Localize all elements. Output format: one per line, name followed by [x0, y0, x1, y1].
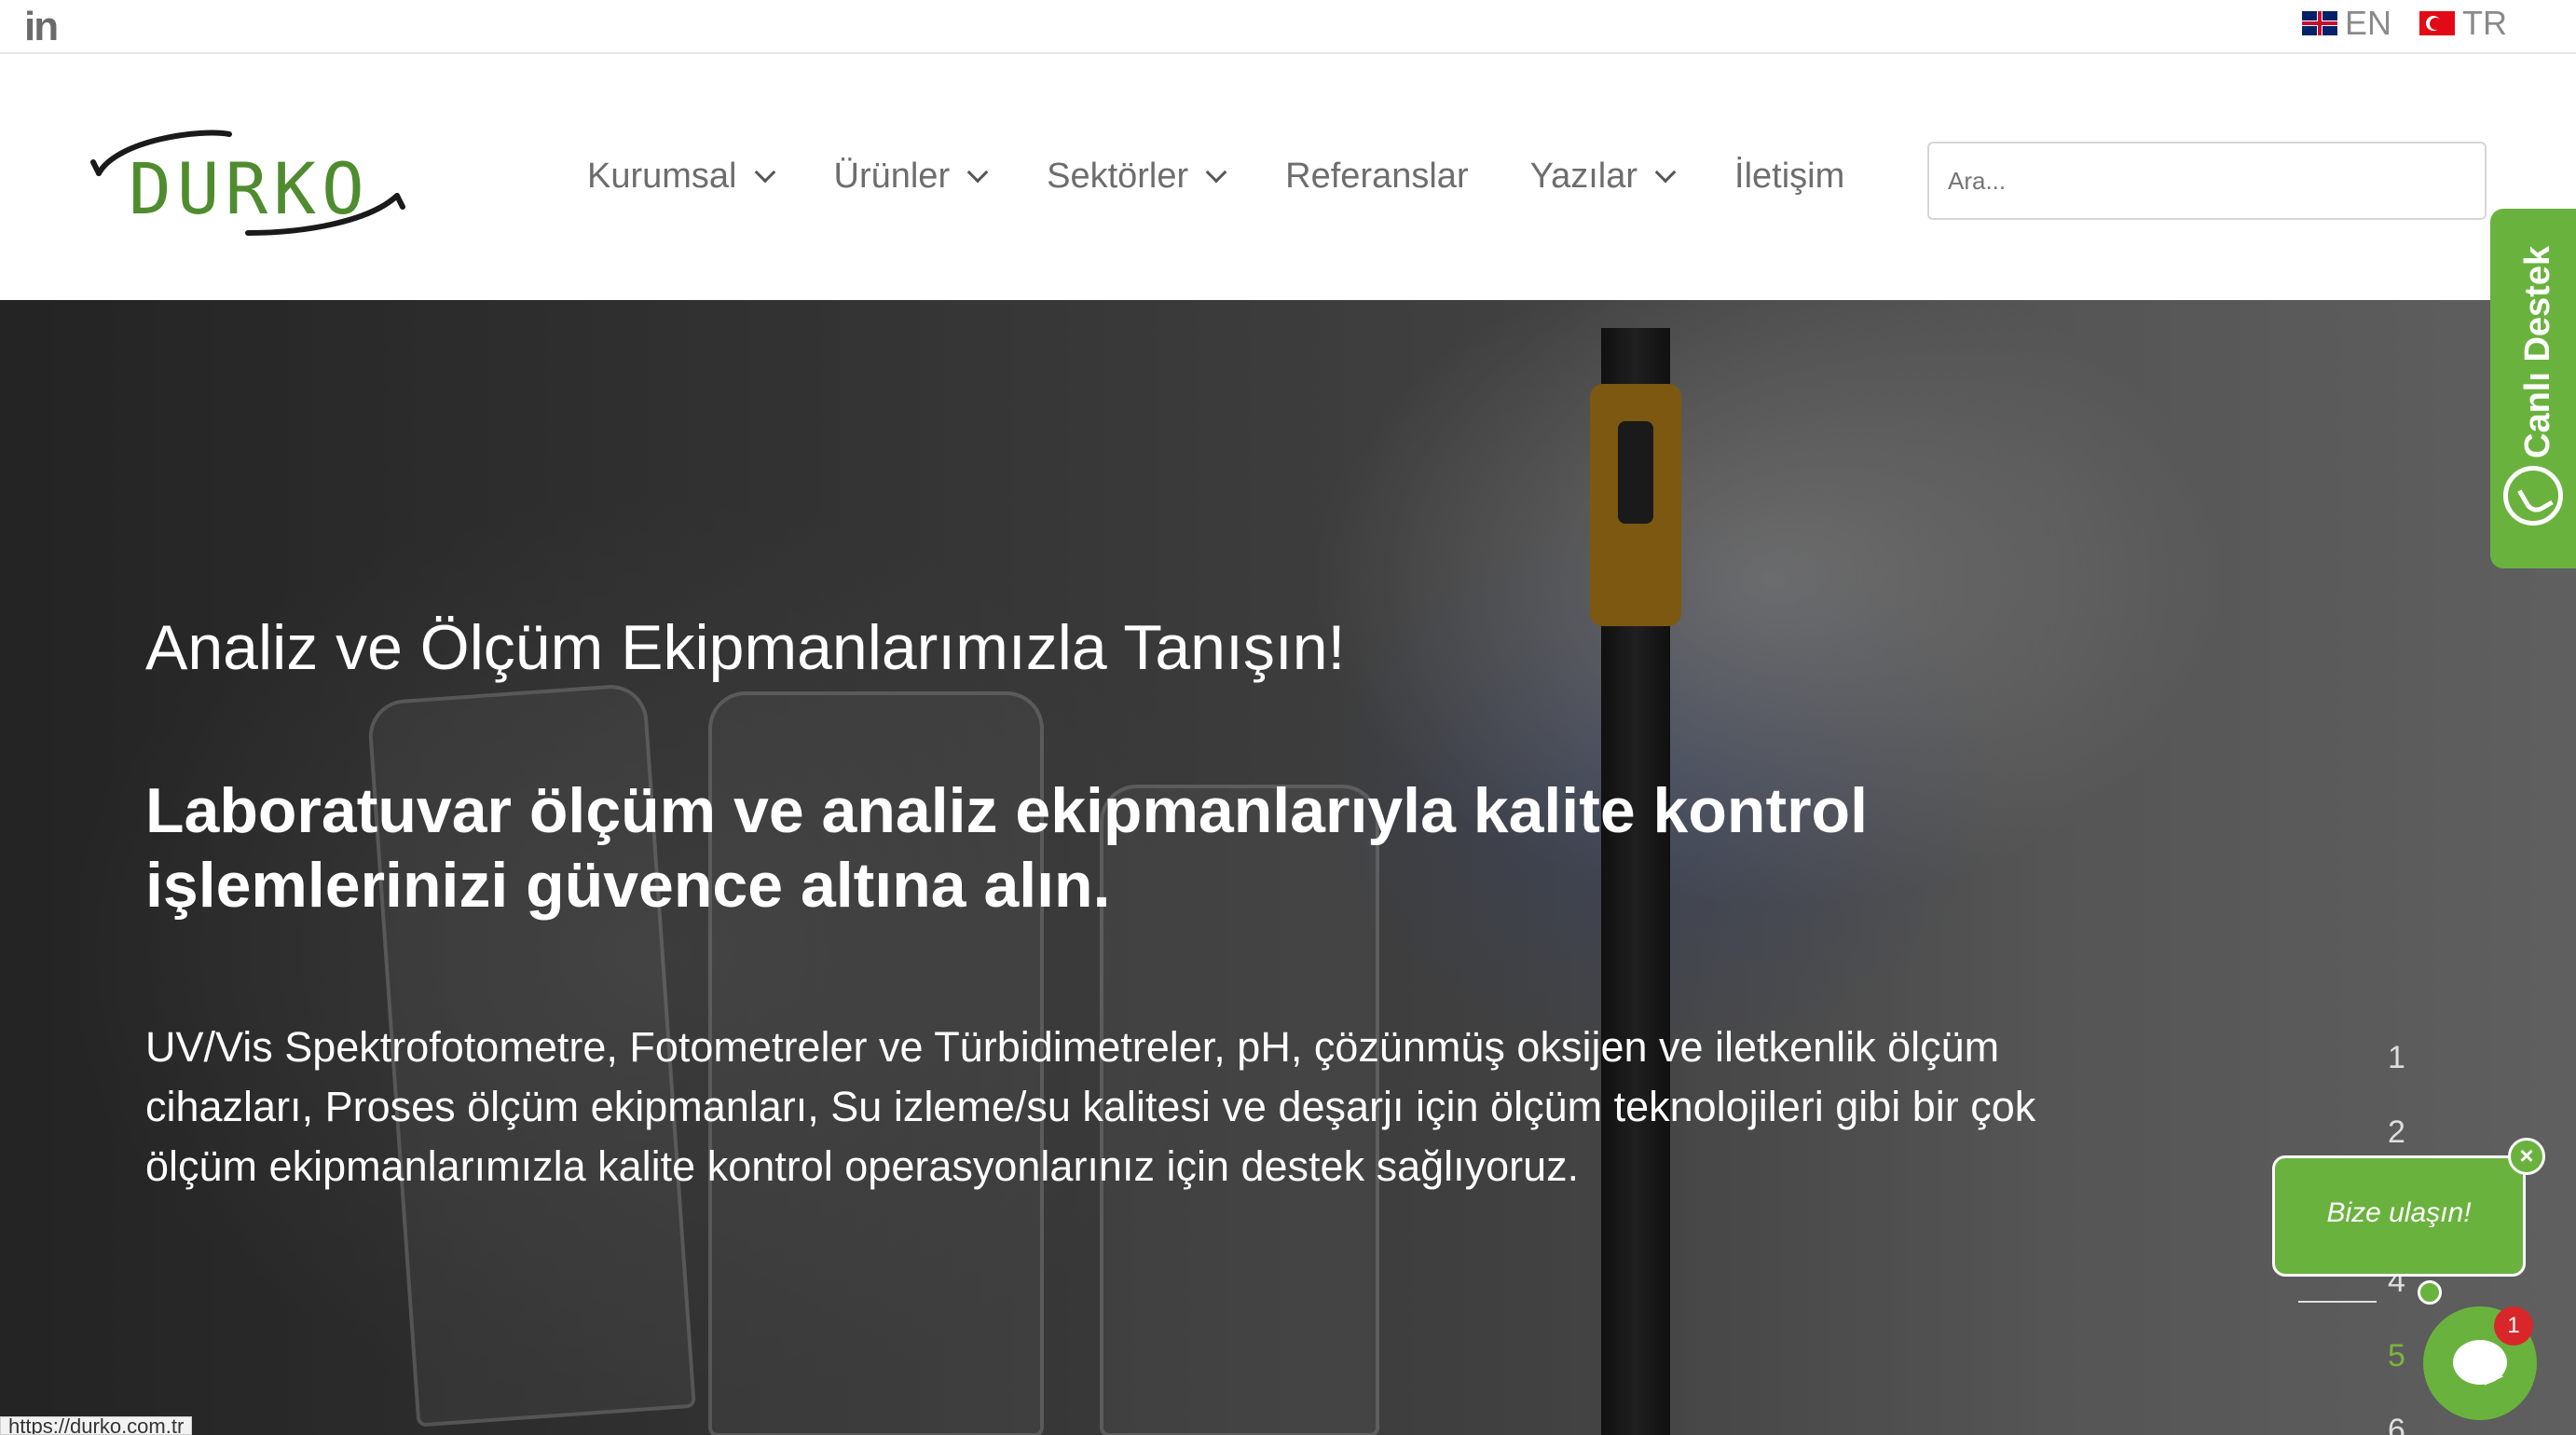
- turkey-flag-icon: [2419, 11, 2455, 35]
- nav-item-label: Referanslar: [1285, 157, 1469, 196]
- status-bar-url: https://durko.com.tr: [0, 1416, 193, 1435]
- language-en-label: EN: [2345, 4, 2392, 42]
- nav-item-urunler[interactable]: Ürünler: [833, 157, 989, 197]
- chevron-down-icon: [1205, 161, 1227, 183]
- durko-logo[interactable]: DURKO: [89, 129, 406, 240]
- language-en-link[interactable]: EN: [2302, 4, 2391, 43]
- nav-item-referanslar[interactable]: Referanslar: [1285, 157, 1468, 197]
- nav-item-label: İletişim: [1734, 157, 1845, 196]
- live-support-label: Canlı Destek: [2518, 245, 2557, 458]
- nav-item-label: Yazılar: [1529, 157, 1638, 196]
- top-bar: in EN TR: [0, 0, 2576, 54]
- hero-slider: Analiz ve Ölçüm Ekipmanlarımızla Tanışın…: [0, 300, 2576, 1435]
- close-icon[interactable]: ×: [2508, 1138, 2545, 1175]
- search-input[interactable]: [1927, 142, 2487, 220]
- nav-item-label: Kurumsal: [587, 157, 737, 196]
- linkedin-icon[interactable]: in: [24, 4, 59, 50]
- uk-flag-icon: [2302, 11, 2337, 35]
- hero-description: UV/Vis Spektrofotometre, Fotometreler ve…: [145, 1023, 2036, 1190]
- logo-text: DURKO: [129, 147, 370, 230]
- nav-item-label: Ürünler: [833, 157, 951, 196]
- nav-item-iletisim[interactable]: İletişim: [1734, 157, 1844, 197]
- chevron-down-icon: [1654, 161, 1677, 183]
- language-tr-label: TR: [2462, 4, 2507, 42]
- whatsapp-icon: [2503, 466, 2563, 526]
- main-nav: Kurumsal Ürünler Sektörler Referanslar Y…: [587, 157, 1906, 197]
- slide-dot-6[interactable]: 6: [2388, 1413, 2405, 1435]
- slide-dot-1[interactable]: 1: [2388, 1040, 2405, 1076]
- slide-dot-5[interactable]: 5: [2388, 1338, 2405, 1374]
- site-header: DURKO Kurumsal Ürünler Sektörler Referan…: [0, 54, 2576, 300]
- hero-headline: Laboratuvar ölçüm ve analiz ekipmanlarıy…: [145, 775, 1868, 921]
- chevron-down-icon: [966, 161, 989, 183]
- hero-title: Analiz ve Ölçüm Ekipmanlarımızla Tanışın…: [145, 612, 1346, 683]
- chevron-down-icon: [754, 161, 775, 183]
- nav-item-yazilar[interactable]: Yazılar: [1529, 157, 1677, 197]
- chat-icon: [2453, 1340, 2507, 1385]
- nav-item-label: Sektörler: [1047, 157, 1189, 196]
- nav-item-kurumsal[interactable]: Kurumsal: [587, 157, 775, 197]
- slide-dot-2[interactable]: 2: [2388, 1114, 2405, 1151]
- chat-unread-badge: 1: [2494, 1306, 2533, 1346]
- chat-greeting-bubble[interactable]: Bize ulaşın! ×: [2272, 1138, 2545, 1277]
- nav-item-sektorler[interactable]: Sektörler: [1047, 157, 1227, 197]
- chat-pointer-dot: [2418, 1280, 2442, 1305]
- chat-greeting-text: Bize ulaşın!: [2326, 1197, 2472, 1228]
- active-slide-indicator: [2298, 1301, 2377, 1303]
- language-tr-link[interactable]: TR: [2419, 4, 2507, 43]
- live-support-tab[interactable]: Canlı Destek: [2490, 209, 2576, 568]
